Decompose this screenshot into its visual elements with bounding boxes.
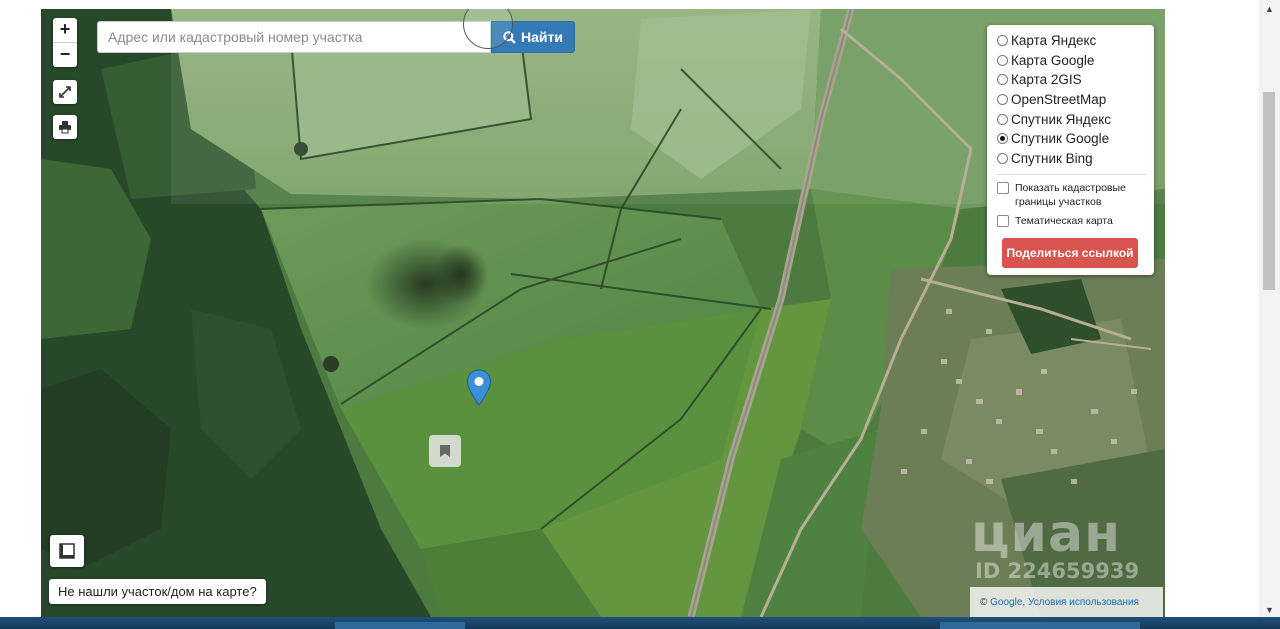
page: + − Найти [0,0,1280,629]
not-found-button[interactable]: Не нашли участок/дом на карте? [49,579,266,604]
listing-id-watermark: ID 224659939 [975,559,1140,583]
layer-list: Карта Яндекс Карта Google Карта 2GIS OpenSt… [997,31,1146,168]
cadastral-borders-label: Показать кадастровые границы участков [1015,182,1126,209]
layer-panel: Карта Яндекс Карта Google Карта 2GIS OpenSt… [987,25,1154,275]
scroll-up-arrow-icon[interactable]: ▲ [1259,2,1280,16]
page-scrollbar[interactable]: ▲ ▼ [1259,0,1280,617]
printer-icon [59,121,71,134]
layer-option[interactable]: Карта Яндекс [997,31,1146,51]
layer-option-label: Спутник Яндекс [1011,111,1112,127]
bottom-bar [0,617,1280,629]
thematic-map-label: Тематическая карта [1015,215,1113,228]
frame-icon [59,543,75,559]
layer-option-label: OpenStreetMap [1011,92,1107,108]
fullscreen-button[interactable] [53,80,77,104]
zoom-control: + − [53,18,77,67]
layer-radio[interactable] [997,35,1008,47]
share-link-button[interactable]: Поделиться ссылкой [1002,238,1138,269]
thematic-map-checkbox[interactable] [997,215,1009,228]
layer-radio[interactable] [997,94,1008,106]
copyright-sign: © [980,596,988,608]
layer-option-label: Карта Google [1011,52,1095,68]
zoom-in-button[interactable]: + [53,18,77,42]
layer-radio[interactable] [997,54,1008,66]
layer-radio[interactable] [997,113,1008,125]
terms-link[interactable]: Условия использования [1028,597,1139,608]
layer-option[interactable]: Спутник Яндекс [997,109,1146,129]
layer-option[interactable]: Карта Google [997,51,1146,71]
cian-watermark-logo: циан [971,504,1121,564]
bottom-bar-segment [335,622,465,629]
layer-option[interactable]: Карта 2GIS [997,70,1146,90]
attribution-separator: , [1022,596,1026,608]
location-marker-icon[interactable] [466,369,492,407]
bookmark-button[interactable] [429,435,461,467]
cadastral-borders-checkbox[interactable] [997,182,1009,195]
scroll-down-arrow-icon[interactable]: ▼ [1259,603,1280,617]
layer-radio[interactable] [997,74,1008,86]
bottom-bar-segment [940,622,1140,629]
map-view[interactable]: + − Найти [41,9,1165,617]
layer-option[interactable]: OpenStreetMap [997,90,1146,110]
layer-radio[interactable] [997,133,1008,145]
google-link[interactable]: Google [990,597,1022,608]
layer-option[interactable]: Спутник Bing [997,149,1146,169]
find-button-label: Найти [521,29,563,45]
layer-option[interactable]: Спутник Google [997,129,1146,149]
zoom-out-button[interactable]: − [53,42,77,67]
scroll-thumb[interactable] [1263,92,1275,290]
search-input[interactable] [97,21,491,53]
layer-option-label: Карта Яндекс [1011,33,1097,49]
bookmark-icon [440,445,450,457]
layer-option-label: Карта 2GIS [1011,72,1082,88]
layer-separator [997,174,1146,176]
cadastral-borders-option[interactable]: Показать кадастровые границы участков [997,181,1146,209]
map-attribution: © Google, Условия использования [970,587,1163,617]
thematic-map-option[interactable]: Тематическая карта [997,214,1146,228]
layer-option-label: Спутник Google [1011,131,1110,147]
layer-option-label: Спутник Bing [1011,150,1093,166]
layer-radio[interactable] [997,152,1008,164]
print-button[interactable] [53,115,77,139]
expand-icon [59,86,71,98]
frame-toggle-button[interactable] [50,535,84,567]
